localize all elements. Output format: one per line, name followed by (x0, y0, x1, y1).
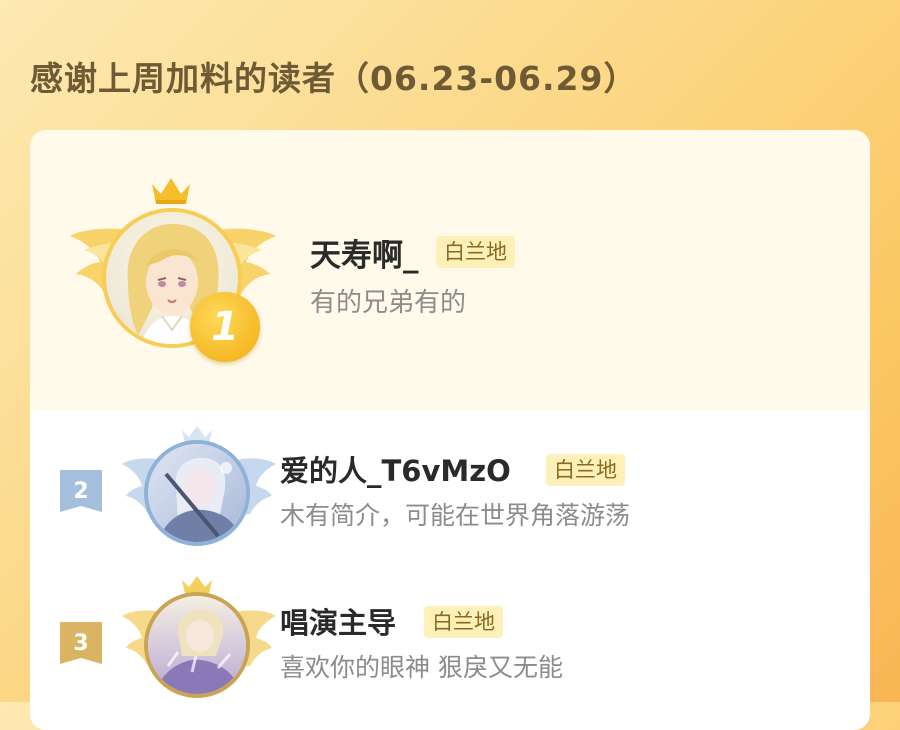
reader-bio: 有的兄弟有的 (310, 288, 467, 318)
rank-1-medal: 1 (190, 292, 260, 362)
reader-name[interactable]: 天寿啊_ (310, 230, 419, 275)
reader-badge: 白兰地 (436, 236, 515, 268)
reader-name[interactable]: 爱的人_T6vMzO (280, 448, 511, 490)
crown-icon (152, 178, 190, 204)
rank-flag-icon: 2 (60, 470, 102, 512)
reader-badge: 白兰地 (546, 454, 625, 486)
list-item[interactable]: 3 唱演主导 白兰地 喜欢你的眼神 狠戾又无能 (30, 560, 870, 710)
readers-card: 1 天寿啊_ 白兰地 有的兄弟有的 2 爱的人_T6vMzO 白兰地 木有简介，… (30, 130, 870, 730)
list-item[interactable]: 2 爱的人_T6vMzO 白兰地 木有简介，可能在世界角落游荡 (30, 410, 870, 560)
reader-badge: 白兰地 (424, 606, 503, 638)
avatar-image (148, 444, 246, 542)
avatar[interactable] (144, 440, 250, 546)
reader-name[interactable]: 唱演主导 (280, 600, 396, 642)
svg-text:2: 2 (73, 479, 88, 504)
page-title: 感谢上周加料的读者（06.23-06.29） (30, 59, 638, 98)
reader-bio: 木有简介，可能在世界角落游荡 (280, 501, 631, 530)
rank-flag-icon: 3 (60, 622, 102, 664)
avatar-image (148, 596, 246, 694)
reader-bio: 喜欢你的眼神 狠戾又无能 (280, 653, 563, 682)
svg-text:3: 3 (73, 631, 88, 656)
top-reader-panel[interactable]: 1 天寿啊_ 白兰地 有的兄弟有的 (30, 130, 870, 410)
avatar[interactable] (144, 592, 250, 698)
